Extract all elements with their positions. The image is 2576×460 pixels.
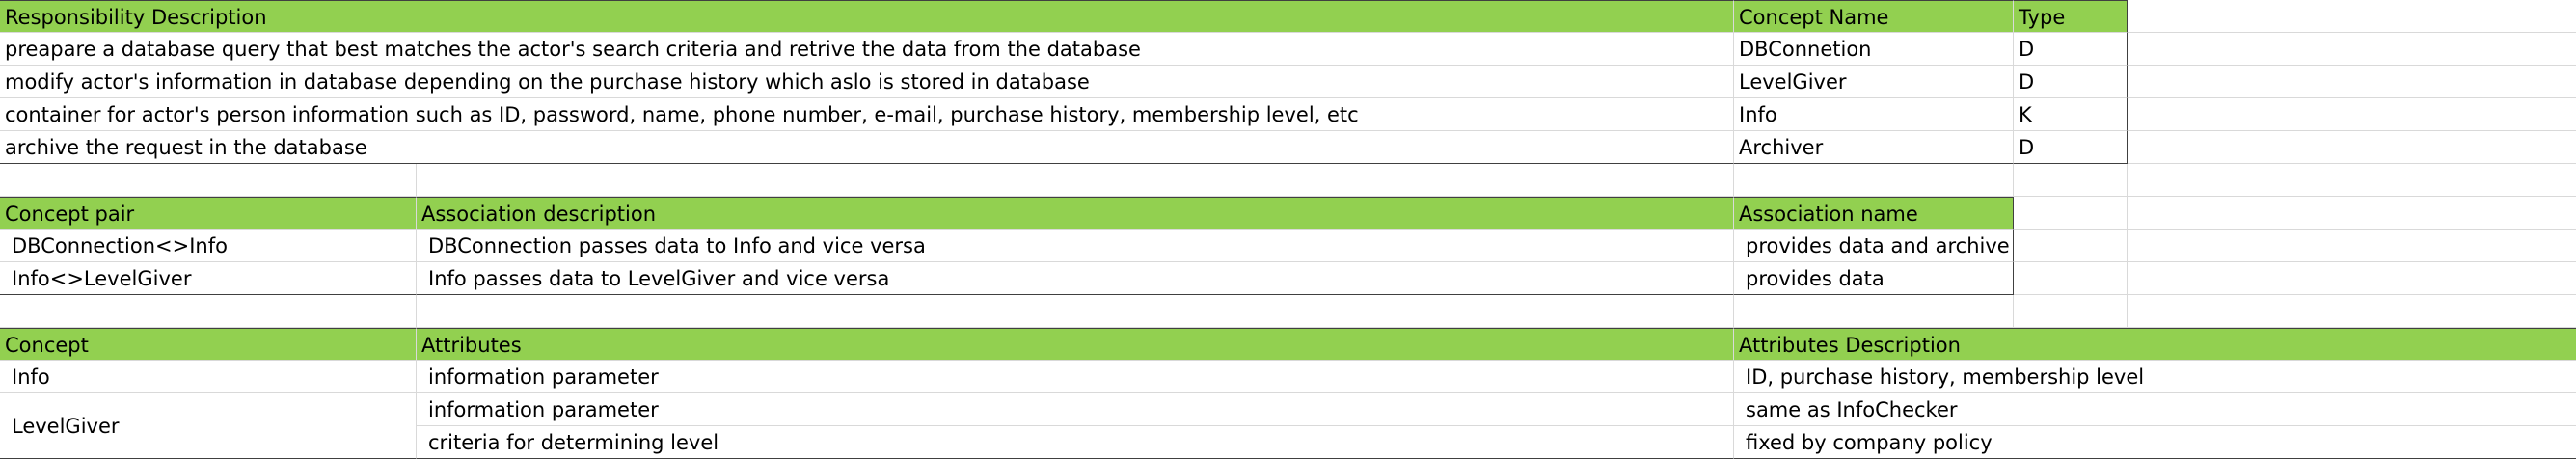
concept-name-cell[interactable]: DBConnetion xyxy=(1734,33,2014,66)
type-header[interactable]: Type xyxy=(2014,0,2128,33)
empty-cell[interactable] xyxy=(2128,66,2576,98)
empty-cell[interactable] xyxy=(0,295,417,328)
table3-row: information parameter same as InfoChecke… xyxy=(417,393,2576,426)
type-cell[interactable]: D xyxy=(2014,66,2128,98)
attribute-description-cell[interactable]: ID, purchase history, membership level xyxy=(1734,361,2576,393)
empty-cell[interactable] xyxy=(2128,295,2576,328)
association-description-header[interactable]: Association description xyxy=(417,197,1734,230)
type-cell[interactable]: D xyxy=(2014,131,2128,164)
table1-row: container for actor's person information… xyxy=(0,98,2576,131)
type-cell[interactable]: D xyxy=(2014,33,2128,66)
attribute-cell[interactable]: information parameter xyxy=(417,361,1734,393)
empty-cell[interactable] xyxy=(2128,230,2576,262)
association-description-cell[interactable]: DBConnection passes data to Info and vic… xyxy=(417,230,1734,262)
empty-cell[interactable] xyxy=(0,164,417,197)
empty-cell[interactable] xyxy=(2128,262,2576,295)
table2-row: DBConnection<>Info DBConnection passes d… xyxy=(0,230,2576,262)
empty-cell[interactable] xyxy=(2014,164,2128,197)
association-name-header[interactable]: Association name xyxy=(1734,197,2014,230)
concept-name-cell[interactable]: Archiver xyxy=(1734,131,2014,164)
concept-pair-cell[interactable]: Info<>LevelGiver xyxy=(0,262,417,295)
table1-row: archive the request in the database Arch… xyxy=(0,131,2576,164)
concept-name-cell[interactable]: LevelGiver xyxy=(1734,66,2014,98)
responsibility-description-header[interactable]: Responsibility Description xyxy=(0,0,1734,33)
spreadsheet: Responsibility Description Concept Name … xyxy=(0,0,2576,460)
association-name-cell[interactable]: provides data xyxy=(1734,262,2014,295)
table3-header-row: Concept Attributes Attributes Descriptio… xyxy=(0,328,2576,361)
table2-header-row: Concept pair Association description Ass… xyxy=(0,197,2576,230)
concept-name-header[interactable]: Concept Name xyxy=(1734,0,2014,33)
empty-cell[interactable] xyxy=(417,164,1734,197)
table1-row: modify actor's information in database d… xyxy=(0,66,2576,98)
empty-cell[interactable] xyxy=(2128,164,2576,197)
association-description-cell[interactable]: Info passes data to LevelGiver and vice … xyxy=(417,262,1734,295)
empty-cell[interactable] xyxy=(417,295,1734,328)
empty-row xyxy=(0,164,2576,197)
empty-cell[interactable] xyxy=(2014,230,2128,262)
empty-cell[interactable] xyxy=(2128,131,2576,164)
empty-cell[interactable] xyxy=(2014,262,2128,295)
responsibility-cell[interactable]: archive the request in the database xyxy=(0,131,1734,164)
table3-row: Info information parameter ID, purchase … xyxy=(0,361,2576,393)
table1-header-row: Responsibility Description Concept Name … xyxy=(0,0,2576,33)
responsibility-cell[interactable]: modify actor's information in database d… xyxy=(0,66,1734,98)
type-cell[interactable]: K xyxy=(2014,98,2128,131)
attributes-description-header[interactable]: Attributes Description xyxy=(1734,328,2576,361)
attributes-header[interactable]: Attributes xyxy=(417,328,1734,361)
empty-cell[interactable] xyxy=(2014,295,2128,328)
empty-cell[interactable] xyxy=(2014,197,2128,230)
table1-row: preapare a database query that best matc… xyxy=(0,33,2576,66)
empty-row xyxy=(0,295,2576,328)
attribute-description-cell[interactable]: fixed by company policy xyxy=(1734,426,2576,459)
association-name-cell[interactable]: provides data and archive xyxy=(1734,230,2014,262)
concept-cell-merged[interactable]: LevelGiver xyxy=(0,393,417,459)
concept-header[interactable]: Concept xyxy=(0,328,417,361)
table3-row: criteria for determining level fixed by … xyxy=(417,426,2576,459)
concept-name-cell[interactable]: Info xyxy=(1734,98,2014,131)
empty-cell[interactable] xyxy=(2128,197,2576,230)
empty-cell[interactable] xyxy=(1734,164,2014,197)
table2-row: Info<>LevelGiver Info passes data to Lev… xyxy=(0,262,2576,295)
concept-pair-header[interactable]: Concept pair xyxy=(0,197,417,230)
empty-cell[interactable] xyxy=(2128,0,2576,33)
empty-cell[interactable] xyxy=(1734,295,2014,328)
attribute-cell[interactable]: criteria for determining level xyxy=(417,426,1734,459)
empty-cell[interactable] xyxy=(2128,98,2576,131)
responsibility-cell[interactable]: container for actor's person information… xyxy=(0,98,1734,131)
attribute-cell[interactable]: information parameter xyxy=(417,393,1734,426)
concept-pair-cell[interactable]: DBConnection<>Info xyxy=(0,230,417,262)
concept-cell[interactable]: Info xyxy=(0,361,417,393)
empty-cell[interactable] xyxy=(2128,33,2576,66)
attribute-description-cell[interactable]: same as InfoChecker xyxy=(1734,393,2576,426)
responsibility-cell[interactable]: preapare a database query that best matc… xyxy=(0,33,1734,66)
